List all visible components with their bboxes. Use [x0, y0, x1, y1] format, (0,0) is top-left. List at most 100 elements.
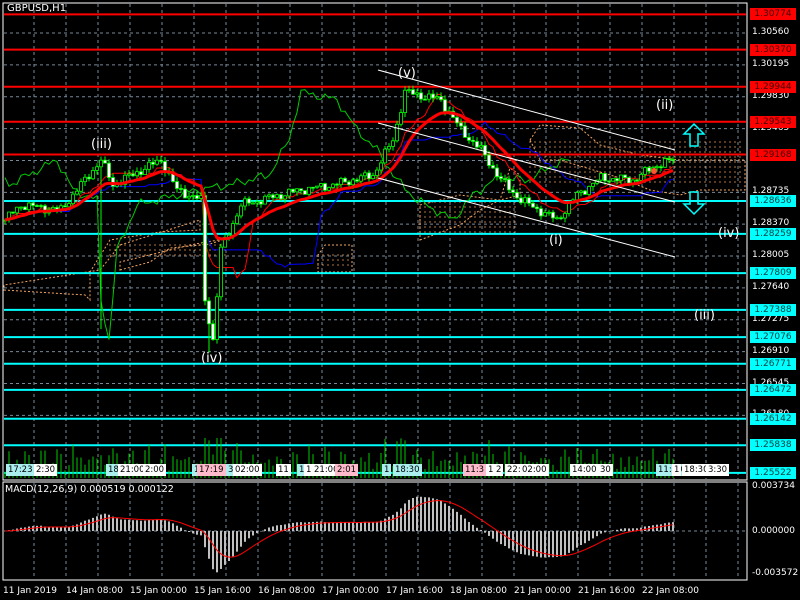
candle-body — [527, 197, 531, 204]
date-axis-label: 21 Jan 16:00 — [578, 586, 635, 596]
candle-body — [495, 167, 499, 177]
candle-body — [263, 195, 267, 205]
candle-body — [83, 176, 87, 183]
candle-body — [255, 201, 259, 204]
candle-body — [155, 159, 159, 165]
candle-body — [563, 213, 567, 219]
candle-body — [247, 198, 251, 204]
time-label: 11 — [276, 464, 291, 476]
resistance-price-label: 1.30774 — [750, 8, 796, 21]
candle-body — [307, 186, 311, 195]
candle-body — [611, 178, 615, 182]
candle-body — [647, 167, 651, 172]
candle-body — [407, 89, 411, 92]
candle-body — [515, 192, 519, 199]
candle-body — [359, 175, 363, 182]
candle-body — [399, 112, 403, 125]
candle-body — [299, 188, 303, 191]
candle-body — [671, 159, 675, 161]
candle-body — [603, 173, 607, 182]
candle-body — [159, 159, 163, 162]
time-label: 30 — [598, 464, 613, 476]
date-axis-label: 15 Jan 16:00 — [194, 586, 251, 596]
candle-body — [371, 175, 375, 179]
candle-body — [39, 205, 43, 207]
candle-body — [35, 205, 39, 207]
candle-body — [75, 190, 79, 195]
candle-body — [403, 89, 407, 113]
time-label: 02:00 — [520, 464, 549, 476]
price-axis-label: 1.27640 — [752, 281, 790, 292]
candle-body — [511, 189, 515, 193]
chart-title: GBPUSD,H1 — [7, 3, 67, 14]
candle-body — [347, 181, 351, 186]
candle-body — [23, 206, 27, 211]
time-label: 2 — [494, 464, 504, 476]
candle-body — [459, 122, 463, 127]
candle-body — [555, 217, 559, 220]
candle-body — [219, 246, 223, 298]
cloud-3 — [317, 244, 353, 273]
candle-body — [439, 96, 443, 101]
candle-body — [147, 161, 151, 170]
candle-body — [355, 179, 359, 182]
date-axis-label: 11 Jan 2019 — [3, 586, 57, 596]
resistance-price-label: 1.29168 — [750, 148, 796, 161]
candle-body — [287, 188, 291, 197]
candle-body — [319, 183, 323, 187]
candle-body — [411, 89, 415, 95]
support-price-label: 1.28259 — [750, 227, 796, 240]
support-price-label: 1.26142 — [750, 412, 796, 425]
candle-body — [27, 202, 31, 211]
candle-body — [131, 173, 135, 177]
candle-body — [535, 206, 539, 210]
candle-body — [251, 202, 255, 205]
candle-body — [659, 166, 663, 169]
candle-body — [551, 211, 555, 219]
candle-body — [127, 173, 131, 176]
candle-body — [575, 192, 579, 201]
candle-body — [455, 116, 459, 124]
candle-body — [303, 190, 307, 195]
wave-label-i: (i) — [549, 233, 563, 248]
candle-body — [275, 194, 279, 199]
channel-upper — [377, 69, 676, 151]
candle-body — [175, 181, 179, 189]
price-axis-label: 1.26910 — [752, 345, 790, 356]
candle-body — [103, 159, 107, 164]
candle-body — [179, 188, 183, 190]
macd-min: -0.003572 — [752, 568, 799, 578]
resistance-price-label: 1.29944 — [750, 80, 796, 93]
candle-body — [415, 92, 419, 95]
candle-body — [663, 158, 667, 168]
candle-body — [467, 136, 471, 141]
candle-body — [151, 161, 155, 165]
candle-body — [259, 201, 263, 205]
candle-body — [91, 170, 95, 180]
date-axis-label: 21 Jan 00:00 — [514, 586, 571, 596]
candle-body — [279, 194, 283, 200]
date-axis-label: 17 Jan 00:00 — [322, 586, 379, 596]
candle-body — [51, 207, 55, 210]
candle-body — [71, 193, 75, 205]
time-label: 2:01 — [335, 464, 359, 476]
support-price-label: 1.26472 — [750, 383, 796, 396]
candle-body — [463, 125, 467, 138]
candle-body — [203, 195, 207, 302]
candle-body — [187, 195, 191, 199]
candle-body — [623, 174, 627, 178]
wave-label-v: (v) — [398, 66, 416, 81]
price-chart[interactable] — [0, 0, 800, 600]
time-label: 11:3 — [463, 464, 487, 476]
candle-body — [435, 96, 439, 99]
candle-body — [423, 98, 427, 101]
time-label: 1 — [672, 464, 682, 476]
candle-body — [331, 183, 335, 188]
support-price-label: 1.26771 — [750, 357, 796, 370]
candle-body — [599, 173, 603, 181]
main-pane-frame — [2, 2, 748, 481]
time-label: 17:19 — [197, 464, 226, 476]
down-arrow-icon — [682, 191, 706, 216]
candle-body — [19, 206, 23, 209]
candle-body — [63, 205, 67, 208]
